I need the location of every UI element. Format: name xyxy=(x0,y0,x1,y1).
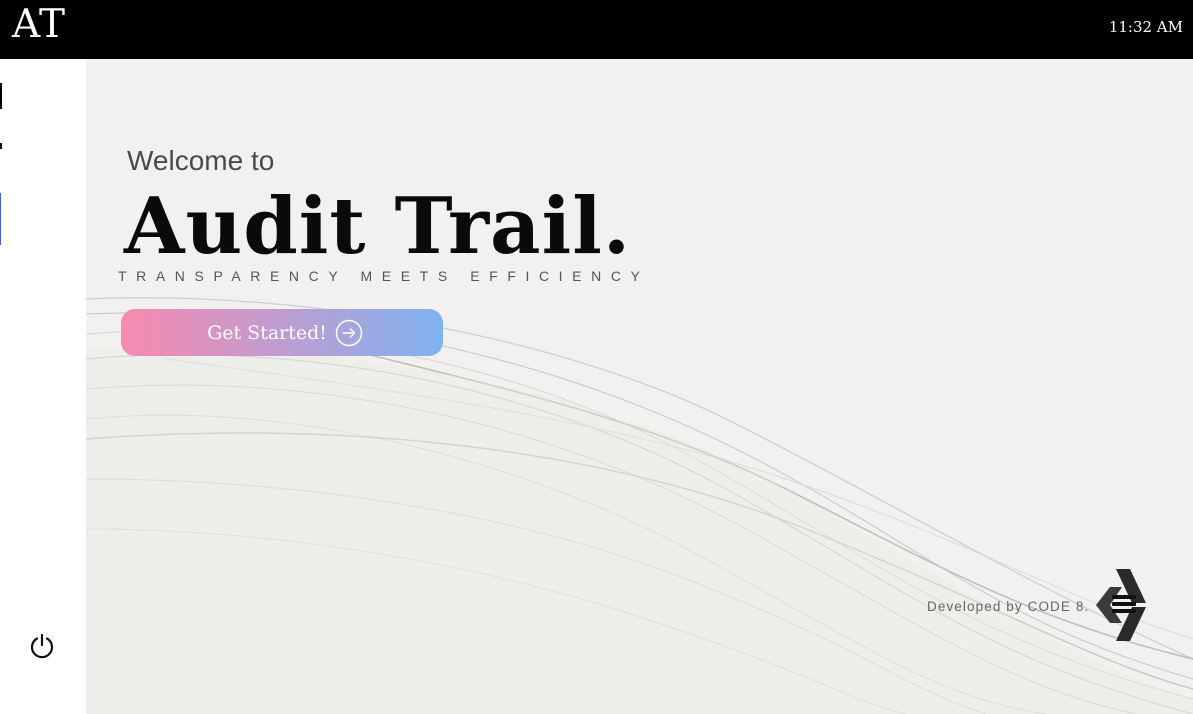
sidebar-edge-mark xyxy=(0,83,2,109)
get-started-button[interactable]: Get Started! xyxy=(121,309,443,356)
welcome-text: Welcome to xyxy=(127,145,275,176)
get-started-label: Get Started! xyxy=(207,321,327,344)
app-title: Audit Trail. xyxy=(124,181,632,272)
code8-logo-icon xyxy=(1092,567,1148,648)
app-logo: AT xyxy=(12,2,67,47)
tagline: TRANSPARENCY MEETS EFFICIENCY xyxy=(118,268,650,284)
power-icon xyxy=(30,633,54,659)
sidebar-edge-mark xyxy=(0,193,1,245)
clock: 11:32 AM xyxy=(1108,18,1183,36)
arrow-right-circle-icon xyxy=(335,319,363,347)
power-button[interactable] xyxy=(26,630,58,662)
developer-credit: Developed by CODE 8. xyxy=(927,599,1090,614)
main-content: Welcome to Audit Trail. TRANSPARENCY MEE… xyxy=(86,59,1193,714)
sidebar-edge-mark xyxy=(0,143,2,149)
sidebar xyxy=(0,59,86,714)
top-bar: AT 11:32 AM xyxy=(0,0,1193,59)
